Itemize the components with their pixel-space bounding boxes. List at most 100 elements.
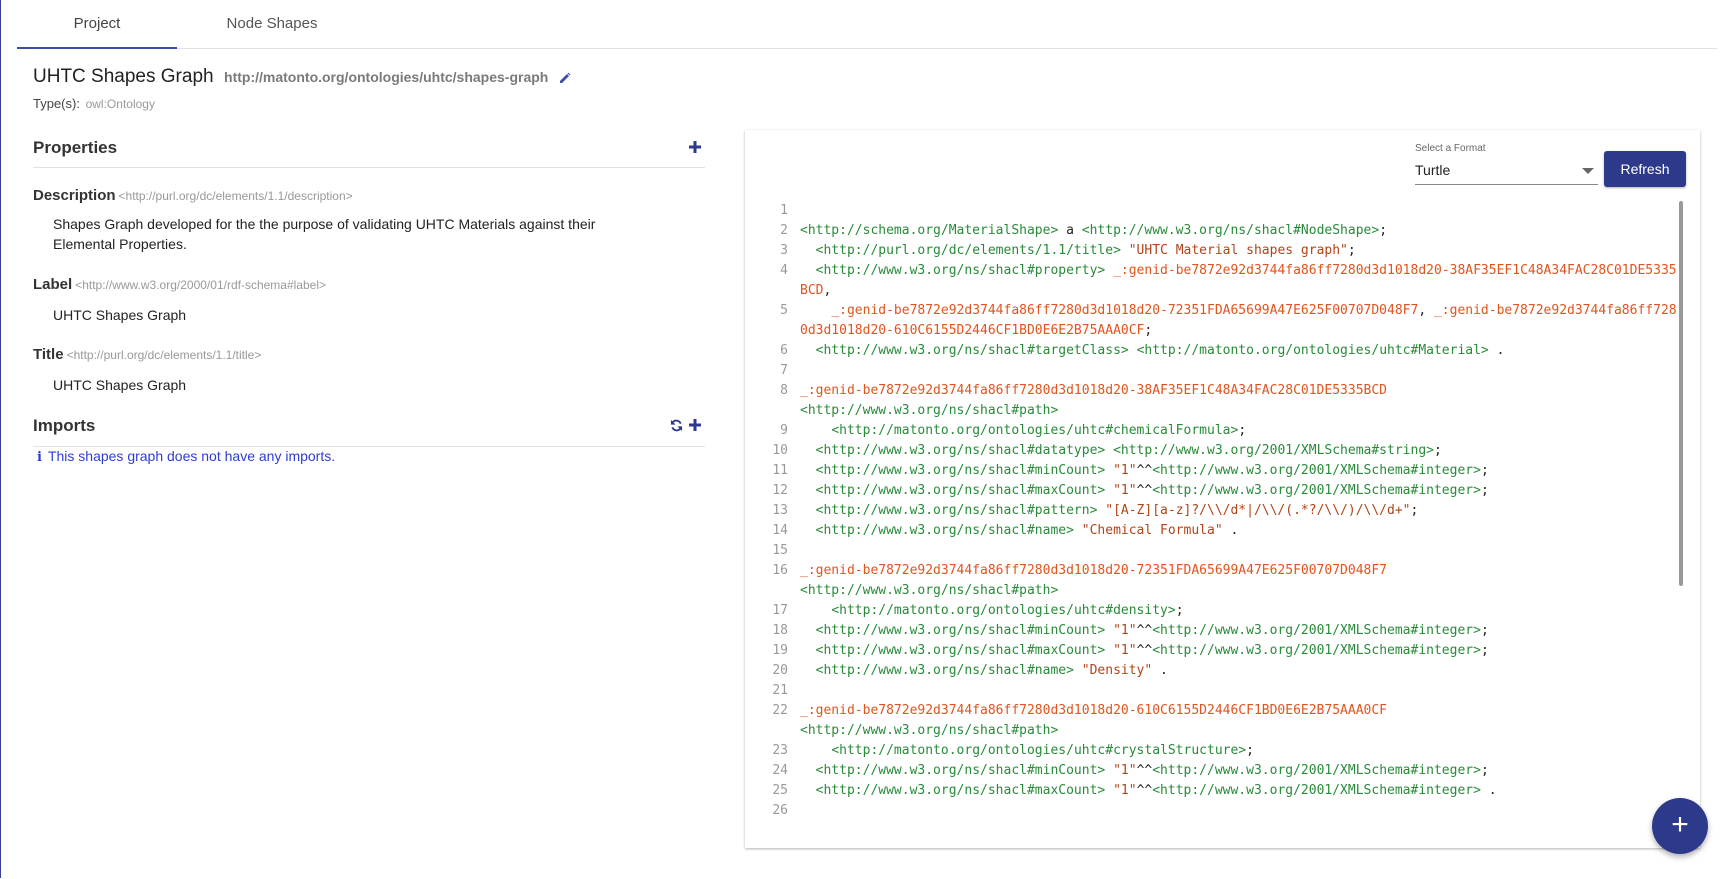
- line-number: 10: [772, 443, 788, 458]
- property-value-line: Elemental Properties.: [53, 236, 187, 252]
- code-text: <http://matonto.org/ontologies/uhtc#chem…: [831, 423, 1247, 438]
- code-text: <http://www.w3.org/ns/shacl#name> "Chemi…: [815, 523, 1239, 538]
- code-line: 7: [760, 361, 1683, 381]
- line-number: 17: [772, 603, 788, 618]
- code-line: 4 <http://www.w3.org/ns/shacl#property> …: [760, 261, 1683, 301]
- code-text: _:genid-be7872e92d3744fa86ff7280d3d1018d…: [800, 303, 1677, 338]
- code-line: 9 <http://matonto.org/ontologies/uhtc#ch…: [760, 421, 1683, 441]
- code-line: 11 <http://www.w3.org/ns/shacl#minCount>…: [760, 461, 1683, 481]
- line-number: 23: [772, 743, 788, 758]
- refresh-imports-icon[interactable]: [670, 419, 683, 437]
- format-select-value: Turtle: [1415, 162, 1451, 178]
- line-number: 16: [772, 563, 788, 578]
- types-value: owl:Ontology: [85, 97, 155, 111]
- code-line: 22 _:genid-be7872e92d3744fa86ff7280d3d101…: [760, 701, 1683, 741]
- tab-node-shapes[interactable]: Node Shapes: [197, 0, 347, 48]
- line-number: 1: [780, 203, 788, 218]
- code-line: 21: [760, 681, 1683, 701]
- line-number: 12: [772, 483, 788, 498]
- code-line: 18 <http://www.w3.org/ns/shacl#minCount>…: [760, 621, 1683, 641]
- code-line: 13 <http://www.w3.org/ns/shacl#pattern> …: [760, 501, 1683, 521]
- code-line: 3 <http://purl.org/dc/elements/1.1/title…: [760, 241, 1683, 261]
- line-number: 6: [780, 343, 788, 358]
- add-property-icon[interactable]: [689, 140, 701, 158]
- property-iri: <http://www.w3.org/2000/01/rdf-schema#la…: [75, 278, 326, 292]
- property-value-line: Shapes Graph developed for the the purpo…: [53, 216, 596, 232]
- code-line: 12 <http://www.w3.org/ns/shacl#maxCount>…: [760, 481, 1683, 501]
- code-line: 8 _:genid-be7872e92d3744fa86ff7280d3d1018…: [760, 381, 1683, 421]
- imports-heading: Imports: [33, 416, 96, 435]
- line-number: 21: [772, 683, 788, 698]
- types-row: Type(s): owl:Ontology: [33, 96, 155, 111]
- code-text: _:genid-be7872e92d3744fa86ff7280d3d1018d…: [800, 563, 1387, 598]
- code-line: 6 <http://www.w3.org/ns/shacl#targetClas…: [760, 341, 1683, 361]
- line-number: 25: [772, 783, 788, 798]
- line-number: 5: [780, 303, 788, 318]
- code-text: _:genid-be7872e92d3744fa86ff7280d3d1018d…: [800, 383, 1387, 418]
- line-number: 3: [780, 243, 788, 258]
- edit-iri-icon[interactable]: [559, 71, 571, 89]
- code-line: 2 <http://schema.org/MaterialShape> a <ht…: [760, 221, 1683, 241]
- code-text: <http://schema.org/MaterialShape> a <htt…: [800, 223, 1388, 238]
- editor-scrollbar[interactable]: [1679, 201, 1683, 586]
- line-number: 7: [780, 363, 788, 378]
- line-number: 15: [772, 543, 788, 558]
- info-icon: i: [37, 450, 42, 465]
- code-line: 26: [760, 801, 1683, 821]
- property-iri: <http://purl.org/dc/elements/1.1/descrip…: [118, 189, 353, 203]
- properties-section-header: Properties: [33, 138, 705, 168]
- property-iri: <http://purl.org/dc/elements/1.1/title>: [66, 348, 262, 362]
- create-fab-button[interactable]: +: [1652, 798, 1708, 854]
- code-text: <http://www.w3.org/ns/shacl#property> _:…: [800, 263, 1677, 298]
- record-iri: http://matonto.org/ontologies/uhtc/shape…: [224, 69, 549, 85]
- code-line: 25 <http://www.w3.org/ns/shacl#maxCount>…: [760, 781, 1683, 801]
- property-title-value: UHTC Shapes Graph: [53, 377, 187, 393]
- property-label-value: UHTC Shapes Graph: [53, 307, 187, 323]
- code-line: 1: [760, 201, 1683, 221]
- property-description-value: Shapes Graph developed for the the purpo…: [53, 214, 595, 254]
- code-text: <http://www.w3.org/ns/shacl#pattern> "[A…: [815, 503, 1419, 518]
- tab-project[interactable]: Project: [17, 0, 177, 49]
- line-number: 22: [772, 703, 788, 718]
- line-number: 4: [780, 263, 788, 278]
- property-name: Title: [33, 346, 64, 363]
- code-line: 23 <http://matonto.org/ontologies/uhtc#c…: [760, 741, 1683, 761]
- line-number: 18: [772, 623, 788, 638]
- code-text: <http://www.w3.org/ns/shacl#minCount> "1…: [815, 623, 1489, 638]
- code-line: 20 <http://www.w3.org/ns/shacl#name> "De…: [760, 661, 1683, 681]
- record-header: UHTC Shapes Graph http://matonto.org/ont…: [33, 66, 571, 89]
- types-label: Type(s):: [33, 96, 80, 111]
- code-line: 17 <http://matonto.org/ontologies/uhtc#d…: [760, 601, 1683, 621]
- code-text: <http://purl.org/dc/elements/1.1/title> …: [815, 243, 1356, 258]
- refresh-button[interactable]: Refresh: [1604, 151, 1686, 187]
- code-line: 19 <http://www.w3.org/ns/shacl#maxCount>…: [760, 641, 1683, 661]
- code-text: <http://matonto.org/ontologies/uhtc#crys…: [831, 743, 1254, 758]
- code-text: <http://www.w3.org/ns/shacl#name> "Densi…: [815, 663, 1168, 678]
- format-select-label: Select a Format: [1415, 143, 1486, 154]
- line-number: 20: [772, 663, 788, 678]
- code-text: <http://www.w3.org/ns/shacl#maxCount> "1…: [815, 483, 1489, 498]
- line-number: 8: [780, 383, 788, 398]
- add-import-icon[interactable]: [689, 418, 701, 436]
- property-description-name: Description <http://purl.org/dc/elements/…: [33, 187, 353, 205]
- code-line: 24 <http://www.w3.org/ns/shacl#minCount>…: [760, 761, 1683, 781]
- property-title-name: Title <http://purl.org/dc/elements/1.1/ti…: [33, 346, 261, 364]
- code-line: 5 _:genid-be7872e92d3744fa86ff7280d3d101…: [760, 301, 1683, 341]
- serialization-card: Select a Format Turtle Refresh 1 2 <http:…: [745, 130, 1700, 848]
- code-line: 10 <http://www.w3.org/ns/shacl#datatype>…: [760, 441, 1683, 461]
- code-editor[interactable]: 1 2 <http://schema.org/MaterialShape> a <…: [760, 201, 1683, 843]
- code-text: <http://www.w3.org/ns/shacl#datatype> <h…: [815, 443, 1442, 458]
- properties-heading: Properties: [33, 138, 118, 157]
- page-title: UHTC Shapes Graph: [33, 66, 214, 87]
- property-label-name: Label <http://www.w3.org/2000/01/rdf-sche…: [33, 276, 326, 294]
- line-number: 11: [772, 463, 788, 478]
- property-name: Label: [33, 276, 73, 293]
- code-text: <http://www.w3.org/ns/shacl#maxCount> "1…: [815, 643, 1489, 658]
- chevron-down-icon: [1582, 168, 1594, 174]
- no-imports-message: i This shapes graph does not have any imp…: [37, 448, 335, 465]
- format-select[interactable]: Turtle: [1415, 158, 1598, 185]
